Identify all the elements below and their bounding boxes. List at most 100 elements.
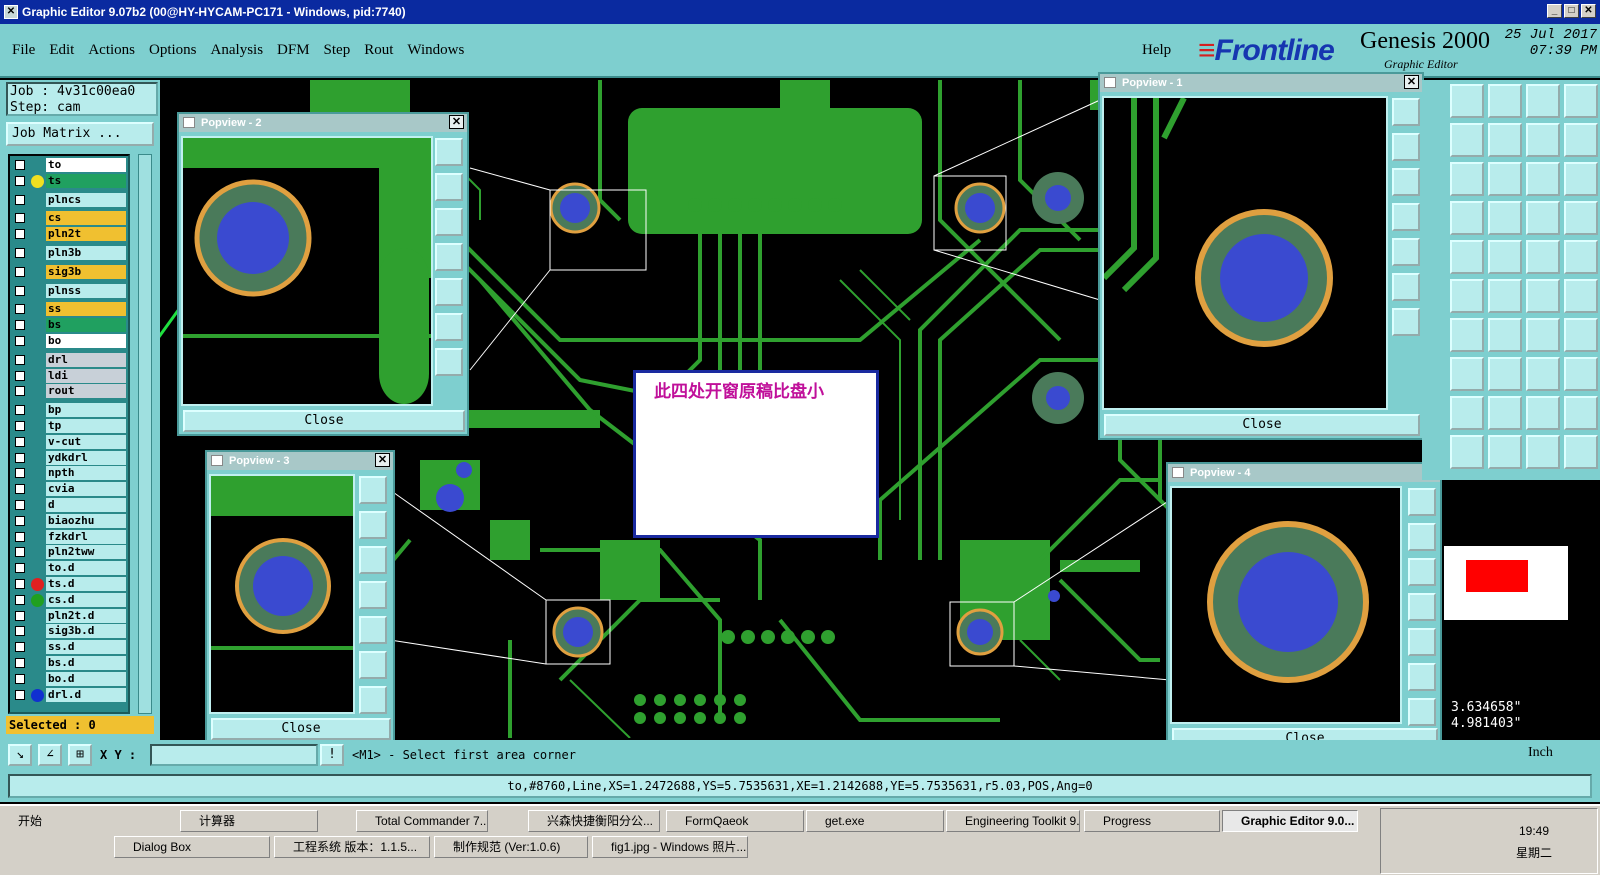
layer-checkbox[interactable] [15,658,25,668]
layer-checkbox[interactable] [15,160,25,170]
zoom-in-icon[interactable] [359,651,387,679]
layer-name[interactable]: ydkdrl [46,450,126,465]
layer-row[interactable]: npth [12,466,128,481]
layer-name[interactable]: plnss [46,283,126,298]
layer-row[interactable]: d [12,498,128,513]
tool-icon[interactable] [1450,318,1484,352]
zoom-out-icon[interactable] [1408,698,1436,726]
task-dialog-box[interactable]: Dialog Box [114,836,270,858]
tool-icon[interactable] [1450,279,1484,313]
popview-close-button[interactable]: Close [211,718,391,740]
layer-row[interactable]: ss.d [12,640,128,655]
tool-icon[interactable] [1488,201,1522,235]
tool-icon[interactable] [1450,162,1484,196]
zoom-out-icon[interactable] [435,348,463,376]
layer-name[interactable]: bs [46,318,126,333]
tool-icon[interactable] [1564,162,1598,196]
tool-icon[interactable] [1450,357,1484,391]
layer-row[interactable]: ts [12,173,128,189]
tool-icon[interactable] [1526,357,1560,391]
layer-name[interactable]: tp [46,419,126,433]
layer-checkbox[interactable] [15,673,25,684]
layer-checkbox[interactable] [15,689,25,700]
task-formqaeok[interactable]: FormQaeok [666,810,804,832]
tool-icon[interactable] [1564,357,1598,391]
task-progress[interactable]: Progress [1084,810,1220,832]
layer-name[interactable]: fzkdrl [46,529,126,544]
layer-row[interactable]: ydkdrl [12,450,128,466]
popview-view[interactable] [1101,96,1388,410]
pan-right-icon[interactable] [359,616,387,644]
menu-rout[interactable]: Rout [364,42,393,59]
tool-icon[interactable] [1526,396,1560,430]
xy-input[interactable] [150,744,318,766]
zoom-fit-icon[interactable] [1392,98,1420,126]
layer-checkbox[interactable] [15,405,25,416]
popview-view[interactable] [1170,486,1402,724]
tool-icon[interactable] [1450,435,1484,469]
layer-name[interactable]: drl [46,352,126,367]
pan-up-icon[interactable] [1408,523,1436,551]
tool-icon[interactable] [1564,240,1598,274]
zoom-fit-icon[interactable] [1408,488,1436,516]
layer-row[interactable]: drl [12,352,128,368]
grid-icon[interactable]: ⊞ [68,744,92,766]
tool-icon[interactable] [1526,201,1560,235]
pan-left-icon[interactable] [435,243,463,271]
task-xingsen[interactable]: 兴森快捷衡阳分公... [528,810,660,832]
layer-row[interactable]: drl.d [12,687,128,703]
tool-icon[interactable] [1526,435,1560,469]
pan-left-icon[interactable] [359,581,387,609]
pan-up-icon[interactable] [435,173,463,201]
layer-name[interactable]: pln2t.d [46,608,126,623]
layer-name[interactable]: ldi [46,368,126,383]
close-icon[interactable]: ✕ [1404,75,1419,89]
popview-close-button[interactable]: Close [183,410,465,432]
popview-3[interactable]: Popview - 3 ✕ Close [205,450,395,744]
menu-windows[interactable]: Windows [407,42,464,59]
layer-row[interactable]: pln2tww [12,545,128,560]
layer-name[interactable]: bp [46,403,126,418]
tool-icon[interactable] [1526,240,1560,274]
layer-checkbox[interactable] [15,229,25,240]
layer-checkbox[interactable] [15,500,25,510]
layer-checkbox[interactable] [15,266,25,277]
layer-checkbox[interactable] [15,452,25,463]
layer-name[interactable]: to [46,158,126,172]
task-spec[interactable]: 制作规范 (Ver:1.0.6) [434,836,588,858]
layer-name[interactable]: d [46,498,126,512]
layer-row[interactable]: plnss [12,283,128,299]
menu-analysis[interactable]: Analysis [211,42,264,59]
menu-file[interactable]: File [12,42,35,59]
layer-checkbox[interactable] [15,642,25,653]
task-engineering-system[interactable]: 工程系统 版本：1.1.5... [274,836,430,858]
layer-checkbox[interactable] [15,515,25,526]
layer-checkbox[interactable] [15,610,25,621]
close-window-button[interactable]: ✕ [1581,4,1596,18]
layer-checkbox[interactable] [15,594,25,605]
menu-edit[interactable]: Edit [49,42,74,59]
layer-row[interactable]: cvia [12,482,128,497]
layer-row[interactable]: ts.d [12,577,128,592]
tool-icon[interactable] [1526,162,1560,196]
task-calculator[interactable]: 计算器 [180,810,318,832]
menu-options[interactable]: Options [149,42,197,59]
tool-icon[interactable] [1564,318,1598,352]
layer-row[interactable]: sig3b [12,264,128,280]
layer-name[interactable]: sig3b [46,264,126,279]
menu-step[interactable]: Step [324,42,351,59]
tool-icon[interactable] [1526,318,1560,352]
layer-name[interactable]: pln3b [46,246,126,260]
tool-icon[interactable] [1488,84,1522,118]
layer-name[interactable]: cs [46,211,126,226]
tool-icon[interactable] [1564,396,1598,430]
layer-row[interactable]: plncs [12,192,128,208]
layer-row[interactable]: ss [12,302,128,317]
zoom-in-icon[interactable] [1408,663,1436,691]
tool-icon[interactable] [1450,240,1484,274]
layer-name[interactable]: npth [46,466,126,481]
job-matrix-button[interactable]: Job Matrix ... [6,122,154,146]
layer-name[interactable]: rout [46,384,126,399]
tool-icon[interactable] [1564,279,1598,313]
tool-icon[interactable] [1564,84,1598,118]
